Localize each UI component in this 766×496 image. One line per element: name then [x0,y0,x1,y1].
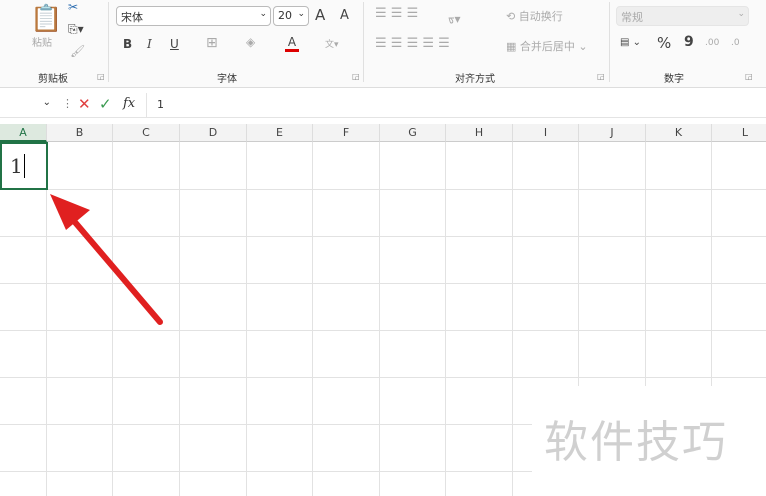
watermark: 软件技巧 [532,386,766,496]
